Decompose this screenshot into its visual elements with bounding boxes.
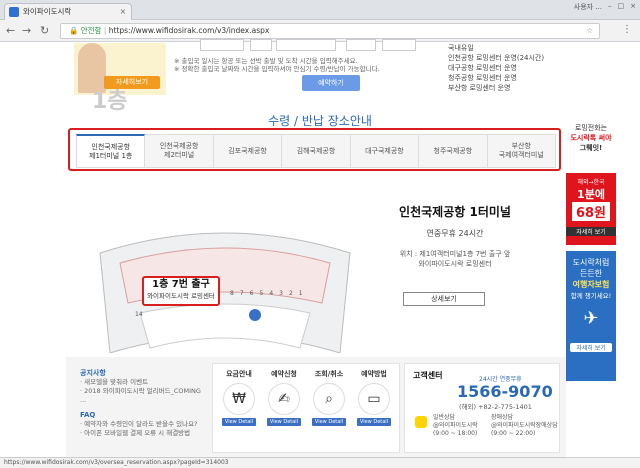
location-title: 인천국제공항 1터미널 <box>399 205 511 219</box>
browser-tab[interactable]: 와이파이도시락 × <box>4 3 132 20</box>
floor-label: 1층 <box>92 89 128 114</box>
notice-heading[interactable]: 공지사항 <box>80 369 204 378</box>
lock-icon: 🔒 <box>69 26 79 35</box>
reserve-button[interactable]: 예약하기 <box>302 75 360 91</box>
tab-busan-port[interactable]: 부산항 국제여객터미널 <box>487 134 556 167</box>
window-controls: 사용자 ... – □ × <box>574 2 636 12</box>
close-window-icon[interactable]: × <box>630 2 636 12</box>
customer-center: 고객센터 24시간 연중무휴 1566-9070 (해외) +82-2-775-… <box>404 363 560 453</box>
list-item: 청주공항 로밍센터 운영 <box>448 74 517 82</box>
list-item: 부산항 로밍센터 운영 <box>448 84 511 92</box>
price-promo[interactable]: 해외→한국 1분에 68원 자세히 보기 <box>566 173 616 245</box>
hand-write-icon: ✍ <box>268 383 300 415</box>
right-sidebar: 로밍전화는 도시락톡 써야 그뤠잇! 해외→한국 1분에 68원 자세히 보기 … <box>566 123 616 381</box>
exit-callout: 1층 7번 출구 와이파이도시락 로밍센터 <box>142 276 220 306</box>
location-tabs: 인천국제공항 제1터미널 1층 인천국제공항 제2터미널 김포국제공항 김해국제공항… <box>76 134 556 168</box>
url-text: https://www.wifidosirak.com/v3/index.asp… <box>108 26 270 35</box>
hour-select[interactable] <box>250 39 272 51</box>
return-select[interactable] <box>382 39 416 51</box>
kakao-icon <box>415 416 427 428</box>
address-bar[interactable]: 🔒 안전함 | https://www.wifidosirak.com/v3/i… <box>60 23 600 39</box>
location-address: 위치 : 제1여객터미널1층 7번 출구 앞 와이파이도시락 로밍센터 <box>399 250 511 268</box>
menu-dots-icon[interactable]: ⋮ <box>622 24 632 35</box>
list-item: 대구공항 로밍센터 운영 <box>448 64 517 72</box>
minimize-icon[interactable]: – <box>608 2 612 12</box>
bookmark-star-icon[interactable]: ☆ <box>586 24 593 38</box>
date-select[interactable] <box>200 39 244 51</box>
callout-sub: 와이파이도시락 로밍센터 <box>147 292 215 300</box>
location-pin-icon <box>249 309 261 321</box>
browser-tabstrip: 와이파이도시락 × 사용자 ... – □ × <box>0 0 640 20</box>
tab-incheon-t1[interactable]: 인천국제공항 제1터미널 1층 <box>76 134 146 167</box>
forward-icon[interactable]: → <box>22 24 31 37</box>
reload-icon[interactable]: ↻ <box>40 24 49 37</box>
location-hours: 연중무휴 24시간 <box>426 229 484 238</box>
callout-title: 1층 7번 출구 <box>152 279 210 290</box>
faq-heading[interactable]: FAQ <box>80 411 204 420</box>
service-pricing[interactable]: 요금안내 ₩ View Detail <box>220 369 258 441</box>
list-item: 인천공항 로밍센터 운영(24시간) <box>448 54 545 62</box>
detail-button[interactable]: 상세보기 <box>403 292 485 306</box>
kakao-support[interactable]: 장애상담 @와이파이도시락장애상담 (9:00 ~ 22:00) <box>491 414 558 438</box>
faq-item[interactable]: · 아이폰 모바일웹 결제 오류 시 해결방법 <box>80 429 204 438</box>
cs-title: 고객센터 <box>413 371 443 380</box>
service-lookup[interactable]: 조회/취소 ⌕ View Detail <box>310 369 348 441</box>
tab-incheon-t2[interactable]: 인천국제공항 제2터미널 <box>145 134 214 167</box>
airplane-icon: ✈ <box>583 308 599 329</box>
view-detail-button[interactable]: View Detail <box>357 418 391 426</box>
notice-item[interactable]: · 새모델을 맞춰라 이벤트 <box>80 378 204 387</box>
service-reservation[interactable]: 예약신청 ✍ View Detail <box>265 369 303 441</box>
page-content: 자세히보기 ※ 출입국 일시는 항공 또는 선박 출발 및 도착 시간을 입력해… <box>0 39 640 457</box>
cs-phone: 1566-9070 <box>457 382 553 401</box>
cs-intl-phone: (해외) +82-2-775-1401 <box>459 403 532 411</box>
reservation-form: ※ 출입국 일시는 항공 또는 선박 출발 및 도착 시간을 입력해주세요. ※… <box>170 39 420 95</box>
maximize-icon[interactable]: □ <box>618 2 625 12</box>
secure-label: 안전함 <box>80 26 102 35</box>
tab-title: 와이파이도시락 <box>23 7 72 16</box>
view-detail-button[interactable]: View Detail <box>267 418 301 426</box>
tab-cheongju[interactable]: 청주국제공항 <box>419 134 488 167</box>
kakao-general[interactable]: 일반상담 @와이파이도시락 (9:00 ~ 18:00) <box>433 414 478 438</box>
notice-item[interactable]: · 2018 와이파이도시락 얼리버드_COMING ... <box>80 387 204 405</box>
roaming-center-list: 국내유일 인천공항 로밍센터 운영(24시간) 대구공항 로밍센터 운영 청주공… <box>448 43 558 95</box>
close-tab-icon[interactable]: × <box>120 4 126 19</box>
magnifier-icon: ⌕ <box>313 383 345 415</box>
location-tabs-box: 인천국제공항 제1터미널 1층 인천국제공항 제2터미널 김포국제공항 김해국제공항… <box>68 128 561 171</box>
status-bar: https://www.wifidosirak.com/v3/oversea_r… <box>0 457 640 468</box>
insurance-promo[interactable]: 도시락처럼 든든한 여행자보험 함께 챙기세요! ✈ 자세히 보기 <box>566 251 616 381</box>
notice-panel: 공지사항 · 새모델을 맞춰라 이벤트 · 2018 와이파이도시락 얼리버드_… <box>80 369 204 438</box>
list-item: 국내유일 <box>448 44 474 52</box>
view-detail-button[interactable]: View Detail <box>312 418 346 426</box>
service-howto[interactable]: 예약방법 ▭ View Detail <box>355 369 393 441</box>
view-detail-button[interactable]: View Detail <box>222 418 256 426</box>
back-icon[interactable]: ← <box>6 24 15 37</box>
tab-gimhae[interactable]: 김해국제공항 <box>282 134 351 167</box>
won-icon: ₩ <box>223 383 255 415</box>
price-detail-button[interactable]: 자세히 보기 <box>566 227 616 236</box>
window-user: 사용자 ... <box>573 3 602 11</box>
gate-number: 14 <box>135 311 143 318</box>
location-info: 인천국제공항 1터미널 연중무휴 24시간 위치 : 제1여객터미널1층 7번 … <box>370 203 540 269</box>
howto-monitor-icon: ▭ <box>358 383 390 415</box>
place-select[interactable] <box>346 39 376 51</box>
insurance-detail-button[interactable]: 자세히 보기 <box>570 343 612 352</box>
form-note-2: ※ 정확한 출입국 날짜와 시간을 입력하셔야 안심기 수령/반납이 가능합니다… <box>174 65 380 73</box>
tab-gimpo[interactable]: 김포국제공항 <box>213 134 283 167</box>
faq-item[interactable]: · 예약자와 수령인이 달라도 받을수 있나요? <box>80 420 204 429</box>
tab-daegu[interactable]: 대구국제공항 <box>350 134 420 167</box>
gate-numbers: 87654321 <box>230 290 309 297</box>
time-select[interactable] <box>276 39 336 51</box>
favicon-icon <box>9 7 19 17</box>
terminal-map <box>99 232 351 353</box>
dosirak-talk-promo[interactable]: 로밍전화는 도시락톡 써야 그뤠잇! <box>566 123 616 173</box>
